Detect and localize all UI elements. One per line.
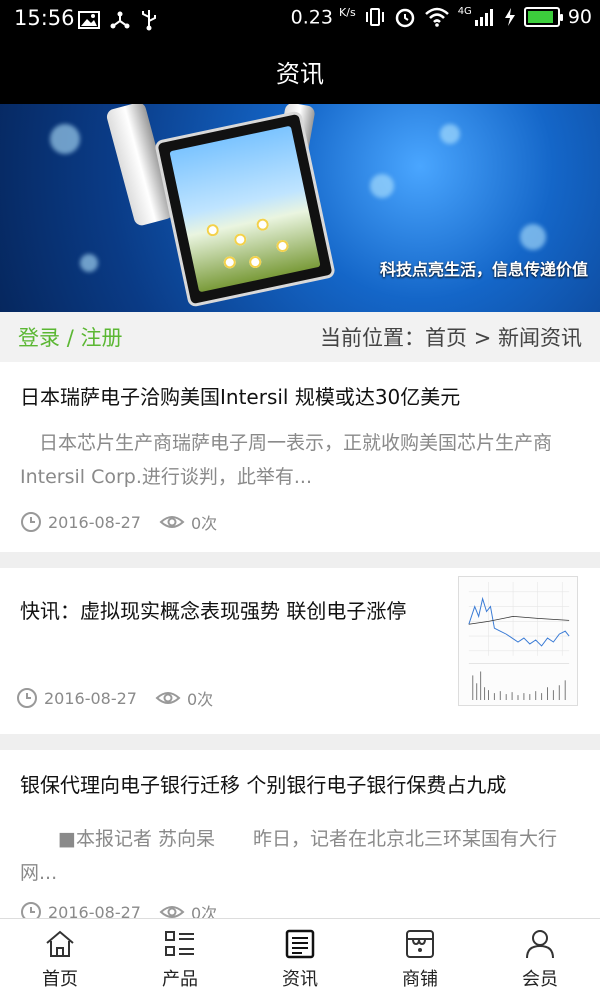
breadcrumb: 当前位置：首页 > 新闻资讯 [320,322,582,352]
article-views: 0次 [186,690,214,709]
article-summary: 日本芯片生产商瑞萨电子周一表示，正就收购美国芯片生产商Intersil Corp… [20,432,553,488]
article-item[interactable]: 快讯：虚拟现实概念表现强势 联创电子涨停 2016-08-27 0次 [0,568,600,734]
breadcrumb-arrow: > [473,326,492,350]
article-item[interactable]: 日本瑞萨电子洽购美国Intersil 规模或达30亿美元 日本芯片生产商瑞萨电子… [0,362,600,552]
nav-bar: 登录 / 注册 当前位置：首页 > 新闻资讯 [0,312,600,362]
register-link[interactable]: 注册 [80,326,122,350]
usb-share-icon [110,11,130,29]
list-icon [165,931,194,956]
status-time: 15:56 [14,6,75,30]
auth-divider: / [66,326,74,350]
tab-label: 产品 [162,969,198,990]
network-speed: 0.23 K/s [290,6,356,29]
article-views: 0次 [190,514,218,533]
vibrate-icon [365,8,384,27]
news-icon [285,929,315,959]
breadcrumb-current: 新闻资讯 [498,326,582,350]
battery-icon [523,7,563,28]
breadcrumb-home[interactable]: 首页 [425,326,467,350]
clock-icon [17,688,37,708]
login-link[interactable]: 登录 [18,326,60,350]
article-meta: 2016-08-27 0次 [16,686,213,710]
banner-image[interactable]: 科技点亮生活，信息传递价值 [0,104,600,312]
article-meta: 2016-08-27 0次 [20,510,580,534]
article-title[interactable]: 快讯：虚拟现实概念表现强势 联创电子涨停 [20,596,420,626]
status-bar: 15:56 0.23 K/s 4G 90 [0,0,600,38]
article-list: 日本瑞萨电子洽购美国Intersil 规模或达30亿美元 日本芯片生产商瑞萨电子… [0,362,600,930]
breadcrumb-prefix: 当前位置： [320,326,426,350]
tab-news[interactable]: 资讯 [240,919,360,1000]
eye-icon [155,692,181,704]
home-icon [46,930,74,957]
signal-type: 4G [457,6,472,17]
article-item[interactable]: 银保代理向电子银行迁移 个别银行电子银行保费占九成 ■本报记者 苏向杲 昨日，记… [0,750,600,930]
user-icon [526,930,554,959]
tab-label: 资讯 [282,969,318,990]
auth-links: 登录 / 注册 [18,322,122,352]
eye-icon [159,516,185,528]
image-icon [78,11,100,29]
charging-icon [504,8,515,27]
divider [0,734,600,750]
tab-products[interactable]: 产品 [120,919,240,1000]
article-title[interactable]: 银保代理向电子银行迁移 个别银行电子银行保费占九成 [20,770,580,800]
article-date: 2016-08-27 [48,512,141,532]
bottom-tab-bar: 首页 产品 资讯 商铺 会员 [0,918,600,1000]
tab-label: 首页 [42,969,78,990]
tab-label: 会员 [522,969,558,990]
alarm-icon [395,8,414,28]
divider [0,552,600,568]
tab-shop[interactable]: 商铺 [360,919,480,1000]
article-title[interactable]: 日本瑞萨电子洽购美国Intersil 规模或达30亿美元 [20,382,580,412]
tab-label: 商铺 [402,969,438,990]
banner-slogan: 科技点亮生活，信息传递价值 [379,260,588,279]
article-summary: ■本报记者 苏向杲 昨日，记者在北京北三环某国有大行网... [20,828,557,884]
battery-level: 90 [567,6,592,29]
page-title: 资讯 [276,59,324,88]
usb-icon [142,10,156,31]
header-bar: 资讯 [0,38,600,104]
signal-icon [474,9,493,27]
shop-icon [406,930,434,958]
tab-home[interactable]: 首页 [0,919,120,1000]
tab-member[interactable]: 会员 [480,919,600,1000]
clock-icon [21,512,41,532]
article-thumbnail[interactable] [458,576,578,706]
article-date: 2016-08-27 [44,688,137,708]
wifi-icon [424,7,449,27]
